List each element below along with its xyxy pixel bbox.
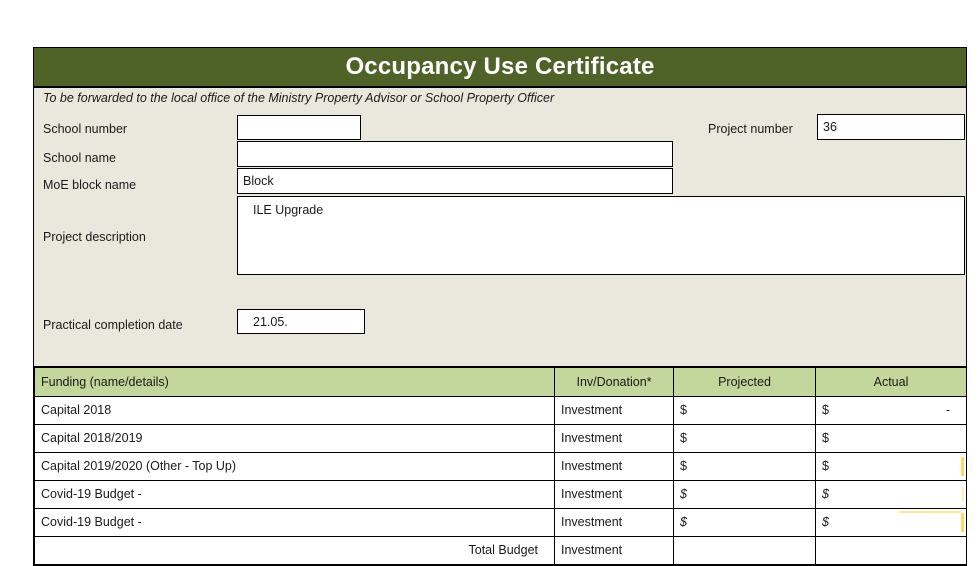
funding-table-header-row: Funding (name/details) Inv/Donation* Pro… <box>34 366 967 397</box>
currency-symbol: $ <box>822 431 829 445</box>
table-row-total[interactable]: Total Budget Investment <box>34 535 967 565</box>
school-number-input[interactable] <box>237 115 361 140</box>
funding-table: Funding (name/details) Inv/Donation* Pro… <box>34 366 967 565</box>
projected-amount-cell[interactable]: $ <box>673 507 816 537</box>
column-header-inv-donation: Inv/Donation* <box>554 366 674 397</box>
project-number-input[interactable]: 36 <box>817 114 965 140</box>
funding-name-cell[interactable]: Capital 2018 <box>34 395 555 425</box>
actual-amount-cell[interactable]: $ - <box>815 395 967 425</box>
document-subtitle: To be forwarded to the local office of t… <box>34 88 966 110</box>
school-name-label: School name <box>43 151 116 165</box>
funding-type-cell[interactable]: Investment <box>554 423 674 453</box>
currency-symbol: $ <box>680 487 687 501</box>
column-header-actual: Actual <box>815 366 967 397</box>
moe-block-name-label: MoE block name <box>43 178 137 192</box>
currency-symbol: $ <box>822 487 829 501</box>
project-description-input[interactable]: ILE Upgrade <box>237 196 965 275</box>
projected-amount-cell[interactable]: $ <box>673 451 816 481</box>
table-row[interactable]: Covid-19 Budget - Investment $ $ <box>34 507 967 537</box>
projected-amount-cell[interactable]: $ <box>673 423 816 453</box>
document-title-bar: Occupancy Use Certificate <box>34 48 966 88</box>
actual-amount-cell[interactable]: $ <box>815 507 967 537</box>
actual-amount-value: - <box>945 403 950 417</box>
total-budget-label: Total Budget <box>34 535 555 565</box>
currency-symbol: $ <box>680 459 687 473</box>
actual-amount-cell[interactable]: $ <box>815 479 967 509</box>
funding-name-cell[interactable]: Capital 2018/2019 <box>34 423 555 453</box>
funding-type-cell[interactable]: Investment <box>554 395 674 425</box>
currency-symbol: $ <box>822 459 829 473</box>
practical-completion-date-label: Practical completion date <box>43 318 183 332</box>
project-description-label: Project description <box>43 230 146 244</box>
table-row[interactable]: Capital 2018/2019 Investment $ $ <box>34 423 967 453</box>
column-header-funding-name: Funding (name/details) <box>34 366 555 397</box>
funding-name-cell[interactable]: Covid-19 Budget - <box>34 479 555 509</box>
table-row[interactable]: Capital 2018 Investment $ $ - <box>34 395 967 425</box>
school-name-input[interactable] <box>237 141 673 167</box>
funding-type-cell[interactable]: Investment <box>554 479 674 509</box>
occupancy-use-certificate-sheet: Occupancy Use Certificate To be forwarde… <box>33 47 967 566</box>
project-number-label: Project number <box>708 122 793 136</box>
funding-name-cell[interactable]: Capital 2019/2020 (Other - Top Up) <box>34 451 555 481</box>
projected-amount-cell[interactable]: $ <box>673 395 816 425</box>
projected-amount-cell[interactable]: $ <box>673 479 816 509</box>
table-row[interactable]: Covid-19 Budget - Investment $ $ <box>34 479 967 509</box>
total-projected-cell <box>673 535 816 565</box>
practical-completion-date-input[interactable]: 21.05. <box>237 309 365 334</box>
funding-type-cell[interactable]: Investment <box>554 451 674 481</box>
funding-type-cell[interactable]: Investment <box>554 507 674 537</box>
actual-amount-cell[interactable]: $ <box>815 423 967 453</box>
total-funding-type-cell: Investment <box>554 535 674 565</box>
column-header-projected: Projected <box>673 366 816 397</box>
page-title: Occupancy Use Certificate <box>345 53 655 80</box>
currency-symbol: $ <box>822 403 829 417</box>
currency-symbol: $ <box>680 515 687 529</box>
actual-amount-cell[interactable]: $ <box>815 451 967 481</box>
moe-block-name-input[interactable]: Block <box>237 168 673 194</box>
school-number-label: School number <box>43 122 128 136</box>
currency-symbol: $ <box>680 431 687 445</box>
total-actual-cell <box>815 535 967 565</box>
funding-name-cell[interactable]: Covid-19 Budget - <box>34 507 555 537</box>
table-row[interactable]: Capital 2019/2020 (Other - Top Up) Inves… <box>34 451 967 481</box>
form-fields-region: School number School name MoE block name… <box>34 110 966 366</box>
currency-symbol: $ <box>822 515 829 529</box>
currency-symbol: $ <box>680 403 687 417</box>
